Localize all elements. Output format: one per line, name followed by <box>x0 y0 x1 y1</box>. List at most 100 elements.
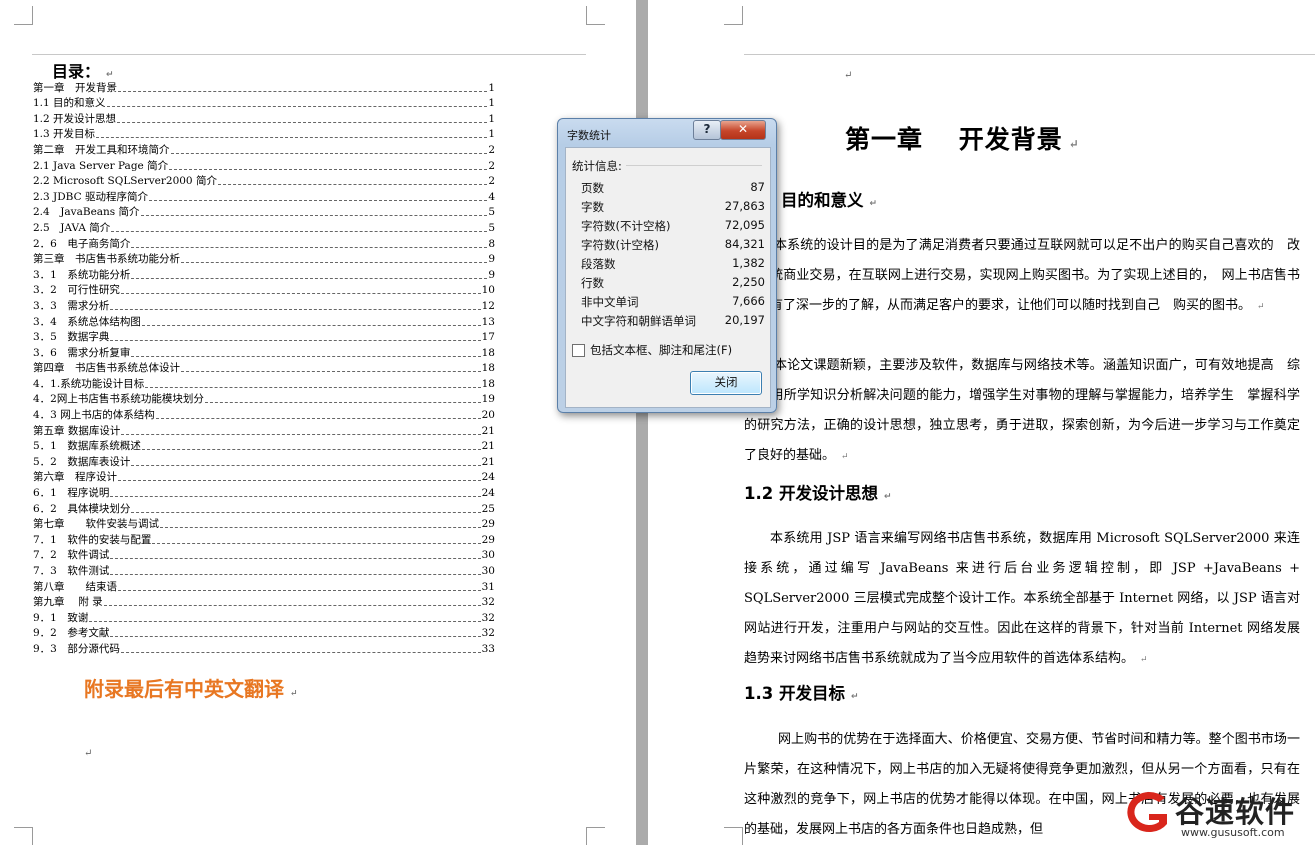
toc-leader-dots <box>106 99 488 108</box>
toc-page-number: 29 <box>481 518 495 531</box>
toc-entry-text: 3．6 需求分析复审 <box>33 346 131 359</box>
toc-entry-text: 1.3 开发目标 <box>33 128 96 141</box>
toc-page-number: 33 <box>481 642 495 655</box>
toc-entry-text: 第七章 软件安装与调试 <box>33 518 159 531</box>
divider <box>626 165 762 166</box>
toc-page-number: 9 <box>488 253 495 266</box>
include-textboxes-checkbox[interactable]: 包括文本框、脚注和尾注(F) <box>572 342 732 358</box>
toc-page-number: 8 <box>488 237 495 250</box>
toc-entry[interactable]: 9．1 致谢 32 <box>33 610 495 626</box>
toc-entry-text: 7．1 软件的安装与配置 <box>33 533 152 546</box>
toc-entry-text: 4．3 网上书店的体系结构 <box>33 409 155 422</box>
toc-page-number: 19 <box>481 393 495 406</box>
header-line <box>32 54 586 55</box>
toc-page-number: 9 <box>488 268 495 281</box>
toc-leader-dots <box>118 473 481 482</box>
toc-entry[interactable]: 3．4 系统总体结构图 13 <box>33 314 495 330</box>
toc-entry-text: 第一章 开发背景 <box>33 81 117 94</box>
stat-label: 中文字符和朝鲜语单词 <box>581 314 696 328</box>
toc-entry-text: 第二章 开发工具和环境简介 <box>33 143 170 156</box>
toc-entry[interactable]: 第三章 书店售书系统功能分析 9 <box>33 252 495 268</box>
crop-mark <box>586 827 605 845</box>
toc-entry[interactable]: 第六章 程序设计 24 <box>33 470 495 486</box>
checkbox-box[interactable] <box>572 343 585 357</box>
toc-entry[interactable]: 6．1 程序说明 24 <box>33 485 495 501</box>
toc-leader-dots <box>121 427 481 435</box>
toc-entry[interactable]: 5．2 数据库表设计 21 <box>33 454 495 470</box>
toc-leader-dots <box>170 146 488 154</box>
toc-entry[interactable]: 4．1.系统功能设计目标 18 <box>33 376 495 392</box>
toc-entry-text: 9．2 参考文献 <box>33 627 110 640</box>
toc-entry[interactable]: 2．6 电子商务简介 8 <box>33 236 495 252</box>
toc-page-number: 1 <box>488 128 495 141</box>
toc-leader-dots <box>131 458 481 466</box>
toc-entry[interactable]: 3．2 可行性研究 10 <box>33 283 495 299</box>
toc-entry[interactable]: 3．3 需求分析 12 <box>33 298 495 314</box>
toc-leader-dots <box>118 583 481 591</box>
toc-page-number: 18 <box>481 362 495 375</box>
toc-entry[interactable]: 第一章 开发背景 1 <box>33 80 495 96</box>
gususoft-logo-icon <box>1127 792 1167 833</box>
toc-entry[interactable]: 2.5 JAVA 简介 5 <box>33 220 495 236</box>
toc-entry[interactable]: 2.2 Microsoft SQLServer2000 简介 2 <box>33 174 495 190</box>
toc-leader-dots <box>110 551 481 560</box>
toc-leader-dots <box>131 349 481 357</box>
toc-leader-dots <box>111 224 488 232</box>
toc-entry[interactable]: 第八章 结束语 31 <box>33 579 495 595</box>
toc-entry[interactable]: 9．3 部分源代码 33 <box>33 641 495 657</box>
toc-leader-dots <box>155 411 481 420</box>
stats-section-label: 统计信息: <box>572 159 622 173</box>
toc-page-number: 2 <box>488 159 495 172</box>
toc-entry-text: 3．4 系统总体结构图 <box>33 315 141 328</box>
dialog-body: 统计信息: 页数 87 字数 27,863 字符数(不计空格) 72,095 字符数(计空格… <box>565 147 771 408</box>
toc-page-number: 30 <box>481 549 495 562</box>
close-button[interactable]: 关闭 <box>690 371 762 395</box>
toc-entry-text: 第五章 数据库设计 <box>33 424 121 437</box>
toc-entry[interactable]: 2.1 Java Server Page 简介 2 <box>33 158 495 174</box>
stat-row: 非中文单词 7,666 <box>581 294 765 313</box>
stat-label: 页数 <box>581 181 604 195</box>
toc-entry[interactable]: 2.4 JavaBeans 简介 5 <box>33 205 495 221</box>
toc-entry[interactable]: 第五章 数据库设计 21 <box>33 423 495 439</box>
toc-page-number: 21 <box>481 424 495 437</box>
toc-entry[interactable]: 6．2 具体模块划分 25 <box>33 501 495 517</box>
toc-entry[interactable]: 4．3 网上书店的体系结构 20 <box>33 407 495 423</box>
toc-entry-text: 2.4 JavaBeans 简介 <box>33 206 140 219</box>
stat-value: 2,250 <box>732 275 765 289</box>
paragraph-mark: ↵ <box>84 748 93 759</box>
toc-leader-dots <box>181 364 481 373</box>
toc-entry[interactable]: 7．1 软件的安装与配置 29 <box>33 532 495 548</box>
toc-leader-dots <box>110 567 481 575</box>
checkbox-label: 包括文本框、脚注和尾注(F) <box>590 343 733 357</box>
crop-mark <box>14 827 33 845</box>
toc-entry[interactable]: 1.2 开发设计思想 1 <box>33 111 495 127</box>
toc-entry[interactable]: 1.3 开发目标 1 <box>33 127 495 143</box>
toc-entry[interactable]: 第九章 附 录 32 <box>33 595 495 611</box>
help-button[interactable]: ? <box>693 120 721 140</box>
close-icon[interactable]: ✕ <box>720 120 766 140</box>
toc-entry[interactable]: 第二章 开发工具和环境简介 2 <box>33 142 495 158</box>
toc-entry[interactable]: 3．6 需求分析复审 18 <box>33 345 495 361</box>
toc-entry[interactable]: 7．3 软件测试 30 <box>33 563 495 579</box>
toc-entry[interactable]: 5．1 数据库系统概述 21 <box>33 439 495 455</box>
toc-entry[interactable]: 3．1 系统功能分析 9 <box>33 267 495 283</box>
toc-entry-text: 7．2 软件调试 <box>33 549 110 562</box>
toc-leader-dots <box>148 193 488 201</box>
toc-entry-text: 第三章 书店售书系统功能分析 <box>33 253 180 266</box>
toc-title: 目录： ↵ <box>52 62 114 81</box>
toc-entry[interactable]: 1.1 目的和意义 1 <box>33 96 495 112</box>
toc-page-number: 32 <box>481 596 495 609</box>
toc-leader-dots <box>110 629 481 638</box>
toc-entry[interactable]: 2.3 JDBC 驱动程序简介 4 <box>33 189 495 205</box>
toc-entry[interactable]: 4．2网上书店售书系统功能模块划分 19 <box>33 392 495 408</box>
toc-entry[interactable]: 第七章 软件安装与调试 29 <box>33 517 495 533</box>
toc-leader-dots <box>217 177 488 186</box>
toc-entry[interactable]: 9．2 参考文献 32 <box>33 626 495 642</box>
toc-page-number: 24 <box>481 471 495 484</box>
toc-page-number: 17 <box>481 331 495 344</box>
toc-entry[interactable]: 7．2 软件调试 30 <box>33 548 495 564</box>
toc-page-number: 18 <box>481 346 495 359</box>
toc-entry[interactable]: 第四章 书店售书系统总体设计 18 <box>33 361 495 377</box>
toc-entry[interactable]: 3．5 数据字典 17 <box>33 330 495 346</box>
stat-value: 87 <box>750 180 765 194</box>
